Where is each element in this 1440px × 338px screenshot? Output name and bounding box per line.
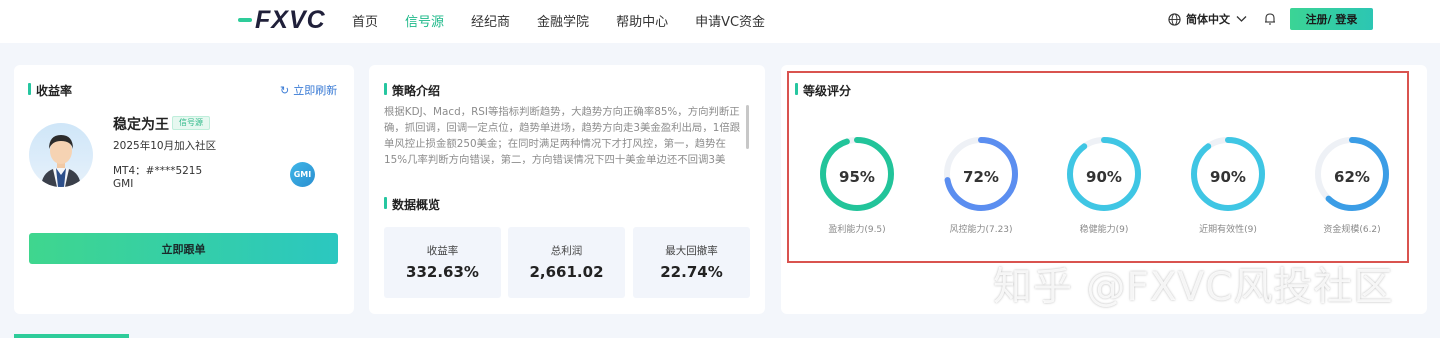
stat-value: 332.63%	[406, 263, 479, 281]
stat-value: 22.74%	[660, 263, 723, 281]
language-selector[interactable]: 简体中文	[1168, 11, 1252, 27]
active-tab-indicator	[14, 334, 129, 338]
nav-item-apply-vc[interactable]: 申请VC资金	[695, 11, 765, 30]
section-title-yield: 收益率	[28, 82, 72, 99]
main-nav: 首页 信号源 经纪商 金融学院 帮助中心 申请VC资金	[352, 0, 792, 40]
gauge-label: 资金规模(6.2)	[1323, 225, 1381, 235]
trader-name: 稳定为王	[113, 117, 169, 133]
language-label: 简体中文	[1186, 13, 1230, 26]
nav-item-brokers[interactable]: 经纪商	[471, 11, 510, 30]
stat-yield: 收益率 332.63%	[384, 227, 501, 298]
signal-source-badge: 信号源	[172, 116, 210, 130]
zhihu-watermark: 知乎 @FXVC风投社区	[993, 265, 1394, 310]
nav-item-home[interactable]: 首页	[352, 11, 378, 30]
avatar-image	[41, 135, 81, 187]
refresh-button[interactable]: ↻ 立即刷新	[280, 82, 337, 98]
gauge-risk-control: 72% 风控能力(7.23)	[926, 135, 1036, 240]
strategy-card: 策略介绍 根据KDJ、Macd，RSI等指标判断趋势，大趋势方向正确率85%，方…	[369, 65, 765, 314]
avatar	[29, 123, 93, 187]
logo-text: FXVC	[255, 5, 326, 34]
section-title-strategy: 策略介绍	[384, 82, 440, 99]
gauge-percent: 62%	[1334, 168, 1370, 186]
gauge-stability: 90% 稳健能力(9)	[1049, 135, 1159, 240]
stat-label: 收益率	[426, 245, 459, 257]
globe-icon	[1168, 12, 1181, 26]
gauge-recent-effectiveness: 90% 近期有效性(9)	[1173, 135, 1283, 240]
strategy-description: 根据KDJ、Macd，RSI等指标判断趋势，大趋势方向正确率85%，方向判断正确…	[384, 106, 741, 166]
nav-item-academy[interactable]: 金融学院	[537, 11, 589, 30]
gmi-broker-logo: GMI	[290, 162, 315, 187]
stat-label: 最大回撤率	[665, 245, 718, 257]
gauge-capital-scale: 62% 资金规模(6.2)	[1297, 135, 1407, 240]
strategy-scrollbar[interactable]	[746, 105, 749, 149]
fxvc-logo[interactable]: FXVC	[238, 5, 326, 34]
mt4-account: MT4：#****5215	[113, 165, 203, 177]
gauge-percent: 72%	[963, 168, 999, 186]
section-title-overview: 数据概览	[384, 196, 440, 213]
nav-item-help[interactable]: 帮助中心	[616, 11, 668, 30]
gauge-profitability: 95% 盈利能力(9.5)	[802, 135, 912, 240]
stat-max-drawdown: 最大回撤率 22.74%	[633, 227, 750, 298]
gauge-percent: 90%	[1210, 168, 1246, 186]
chevron-down-icon	[1236, 16, 1247, 22]
refresh-icon: ↻	[280, 83, 290, 97]
top-navbar: FXVC 首页 信号源 经纪商 金融学院 帮助中心 申请VC资金 简体中文 注册…	[0, 0, 1440, 43]
profile-card: 收益率 ↻ 立即刷新 稳定为王 信号源 2025年10月加入社区 MT4：#**…	[14, 65, 354, 314]
stat-label: 总利润	[550, 245, 583, 257]
stat-total-profit: 总利润 2,661.02	[508, 227, 625, 298]
gauge-label: 稳健能力(9)	[1079, 225, 1129, 235]
follow-copy-button[interactable]: 立即跟单	[29, 233, 338, 264]
gauge-label: 近期有效性(9)	[1199, 225, 1257, 235]
gauge-label: 风控能力(7.23)	[949, 225, 1013, 235]
gauge-percent: 95%	[839, 168, 875, 186]
logo-dash-icon	[238, 18, 252, 22]
gauge-label: 盈利能力(9.5)	[828, 225, 886, 235]
broker-name: GMI	[113, 178, 134, 190]
gauge-percent: 90%	[1086, 168, 1122, 186]
nav-item-signals[interactable]: 信号源	[405, 11, 444, 30]
join-date: 2025年10月加入社区	[113, 140, 217, 152]
register-login-button[interactable]: 注册/ 登录	[1290, 8, 1373, 30]
stat-value: 2,661.02	[529, 263, 604, 281]
refresh-label: 立即刷新	[293, 84, 338, 97]
bell-icon[interactable]	[1264, 12, 1276, 25]
